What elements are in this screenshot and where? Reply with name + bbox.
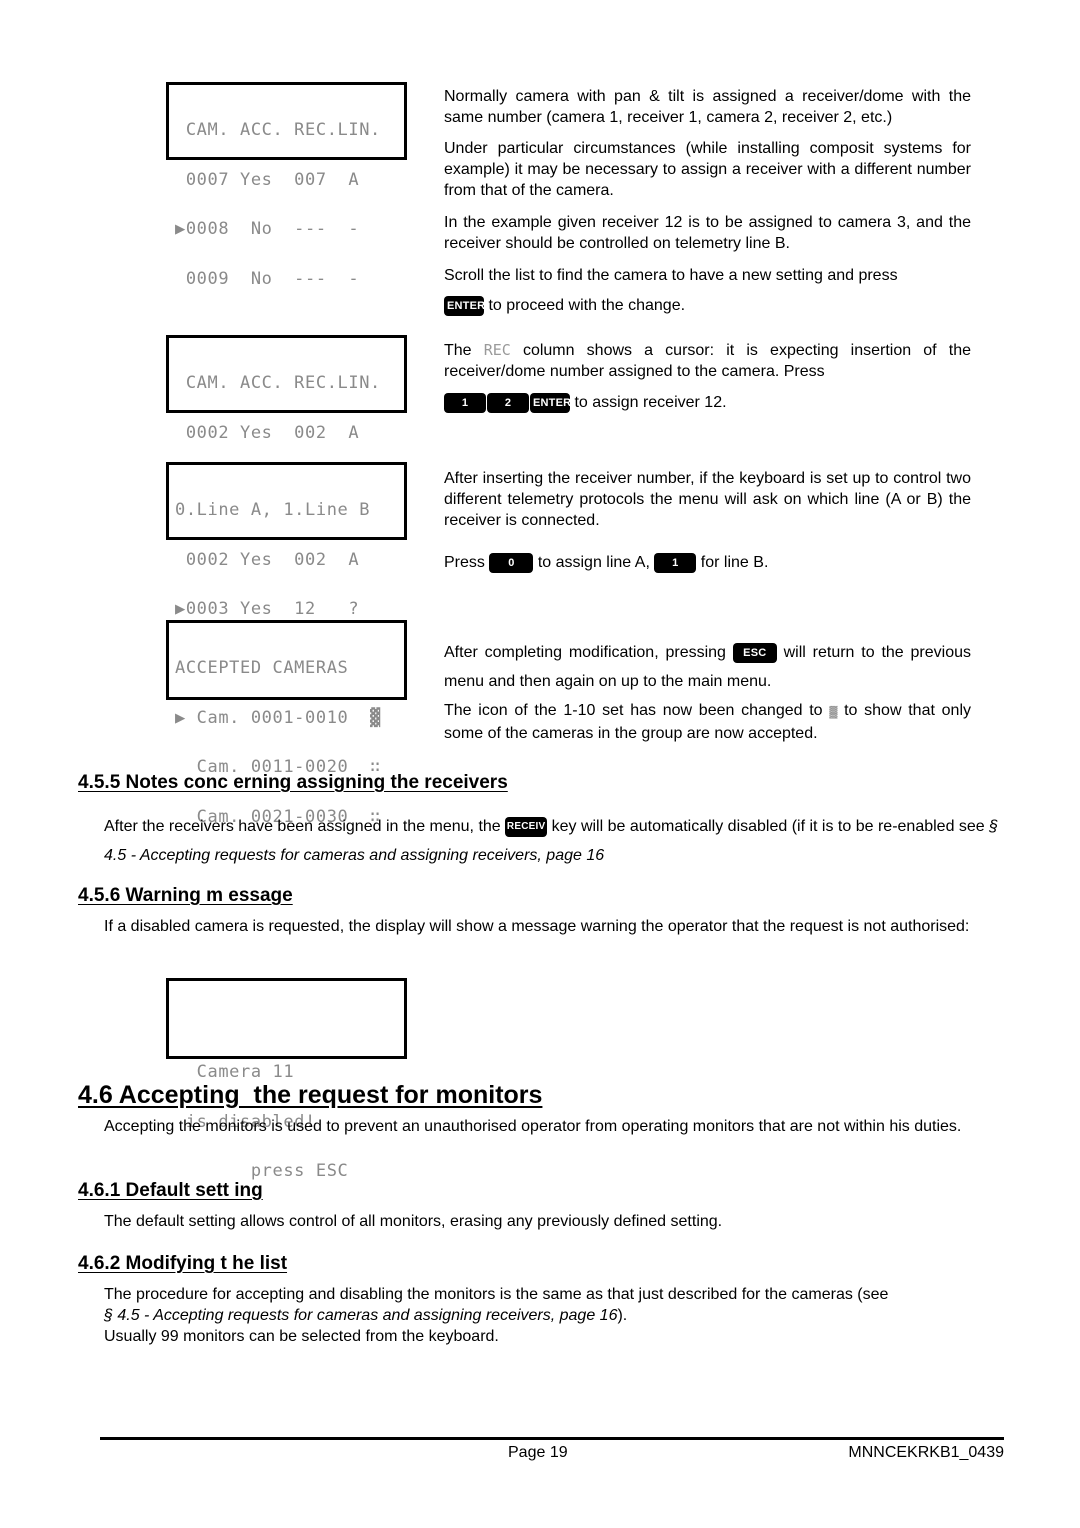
esc-text-a: After completing modification, pressing (444, 644, 726, 661)
paragraph-telemetry-line: After inserting the receiver number, if … (444, 470, 971, 529)
lcd-row: 0.Line A, 1.Line B (175, 500, 371, 520)
press-text: Press (444, 554, 485, 571)
page-number: Page 19 (508, 1444, 568, 1461)
lcd-row: Camera 11 (175, 1062, 295, 1082)
line-b-text: for line B. (700, 554, 769, 571)
assign-receiver-text: to assign receiver 12. (574, 394, 727, 411)
cross-reference-link[interactable]: § 4.5 - Accepting requests for cameras a… (104, 1307, 617, 1324)
lcd-screen-camera-list-2: CAM. ACC. REC.LIN. 0002 Yes 002 A ▶0003 … (166, 335, 407, 540)
key-1-icon: 1 (654, 552, 697, 573)
enter-key-icon: ENTER (444, 295, 485, 316)
paragraph-normal-assignment: Normally camera with pan & tilt is assig… (444, 88, 971, 126)
heading-4-6-2: 4.6.2 Modifying t he list (78, 1253, 288, 1274)
key-1-icon: 1 (444, 392, 486, 413)
key-2-icon: 2 (487, 392, 529, 413)
heading-4-6: 4.6 Accepting the request for monitors (78, 1081, 543, 1109)
lcd-row: ▶ Cam. 0001-0010 ▓ (175, 707, 381, 728)
lcd-row (175, 1023, 404, 1031)
proceed-text: to proceed with the change. (488, 297, 686, 314)
enter-key-icon: ENTER (530, 392, 571, 413)
lcd-row: CAM. ACC. REC.LIN. (175, 120, 381, 140)
paragraph-receiv-key: After the receivers have been assigned i… (104, 812, 1004, 870)
paragraph-press-line: Press 0 to assign line A, 1 for line B. (444, 552, 971, 573)
lcd-row: 0002 Yes 002 A (175, 549, 360, 570)
key-0-icon: 0 (489, 552, 534, 573)
modify-text-a: The procedure for accepting and disablin… (104, 1286, 889, 1303)
heading-4-5-6: 4.5.6 Warning m essage (78, 885, 293, 906)
rec-column-label: REC (483, 341, 511, 359)
lcd-screen-line-select: 0.Line A, 1.Line B 0002 Yes 002 A ▶0003 … (166, 462, 407, 667)
paragraph-accepting-monitors: Accepting the monitors is used to preven… (104, 1118, 962, 1135)
lcd-screen-accepted-cameras: ACCEPTED CAMERAS ▶ Cam. 0001-0010 ▓ Cam.… (166, 620, 407, 825)
modify-text-c: Usually 99 monitors can be selected from… (104, 1328, 499, 1345)
modify-text-b: ). (617, 1307, 628, 1324)
paragraph-warning: If a disabled camera is requested, the d… (104, 918, 970, 935)
icon-text-a: The icon of the 1-10 set has now been ch… (444, 702, 823, 719)
lcd-row: 0007 Yes 007 A (175, 169, 360, 190)
scroll-text: Scroll the list to find the camera to ha… (444, 267, 898, 284)
lcd-row: 0002 Yes 002 A (175, 422, 360, 443)
paragraph-scroll-list: Scroll the list to find the camera to ha… (444, 265, 971, 316)
receiv-text-b: key will be automatically disabled (if i… (551, 818, 985, 835)
heading-4-6-1: 4.6.1 Default sett ing (78, 1180, 263, 1201)
rec-text-b: column shows a cursor: it is expecting i… (444, 342, 971, 380)
rec-text-a: The (444, 342, 472, 359)
lcd-screen-camera-list-1: CAM. ACC. REC.LIN. 0007 Yes 007 A ▶0008 … (166, 82, 407, 287)
lcd-row: 0009 No --- - (175, 268, 360, 289)
paragraph-rec-column: The REC column shows a cursor: it is exp… (444, 340, 971, 413)
esc-key-icon: ESC (732, 642, 777, 663)
heading-4-5-5: 4.5.5 Notes conc erning assigning the re… (78, 772, 508, 793)
lcd-screen-disabled-warning: Camera 11 is disabled! press ESC (166, 978, 407, 1179)
lcd-row: press ESC (175, 1161, 349, 1181)
lcd-row: ACCEPTED CAMERAS (175, 658, 349, 678)
paragraph-default-setting: The default setting allows control of al… (104, 1213, 723, 1230)
paragraph-example: In the example given receiver 12 is to b… (444, 214, 971, 252)
document-code: MNNCEKRKB1_0439 (848, 1444, 1004, 1461)
line-a-text: to assign line A, (537, 554, 650, 571)
paragraph-modifying-list: The procedure for accepting and disablin… (104, 1284, 1004, 1347)
partial-accept-icon: ▓ (829, 706, 838, 718)
footer-divider (100, 1437, 1004, 1440)
paragraph-icon-changed: The icon of the 1-10 set has now been ch… (444, 700, 971, 744)
receiv-text-a: After the receivers have been assigned i… (104, 818, 501, 835)
paragraph-particular-circumstances: Under particular circumstances (while in… (444, 140, 971, 199)
lcd-row: ▶0008 No --- - (175, 219, 360, 239)
paragraph-esc-return: After completing modification, pressing … (444, 638, 971, 696)
lcd-row: ▶0003 Yes 12 ? (175, 599, 360, 619)
lcd-row: CAM. ACC. REC.LIN. (175, 373, 381, 393)
receiv-key-icon: RECEIV (505, 816, 548, 837)
